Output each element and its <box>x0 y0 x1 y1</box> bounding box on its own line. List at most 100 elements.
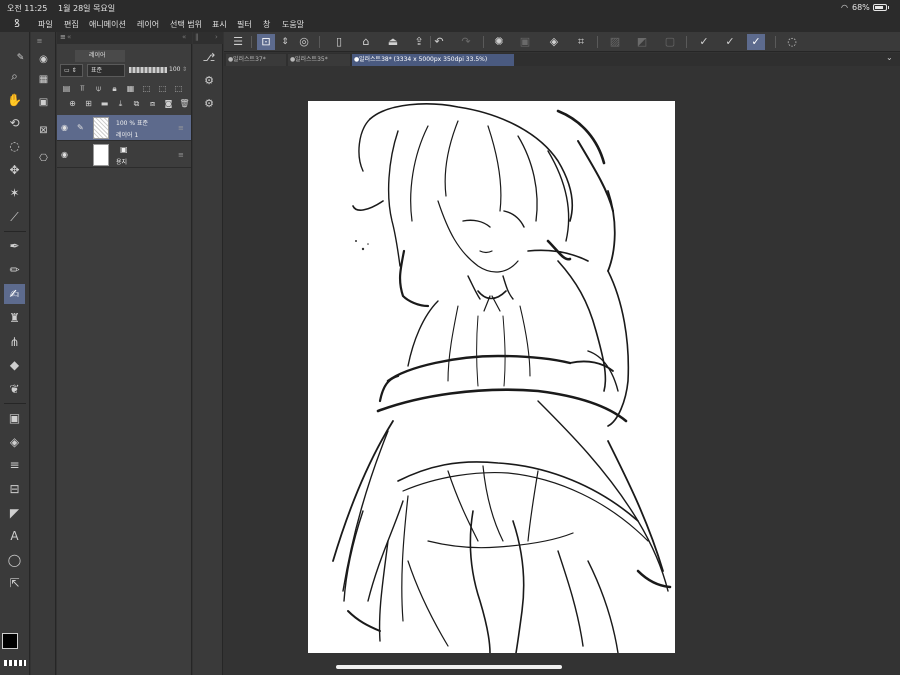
blend-mode-select[interactable]: 표준 <box>87 64 125 77</box>
lasso-icon[interactable]: ◌ <box>4 136 25 156</box>
rotate-icon[interactable]: ⟲ <box>4 113 25 133</box>
new-file-icon[interactable]: ▯ <box>330 34 348 50</box>
expand-icon[interactable]: › <box>215 33 218 41</box>
new-folder-icon[interactable]: ▬ <box>99 98 110 109</box>
layer-color-icon[interactable]: ⬚ <box>173 83 184 94</box>
ruler-icon[interactable]: ◤ <box>4 503 25 523</box>
transfer-down-icon[interactable]: ⤓ <box>115 98 126 109</box>
settings-icon[interactable]: ✺ <box>490 34 508 50</box>
transform-icon[interactable]: ⌗ <box>572 34 590 50</box>
stepper-icon[interactable]: ⇕ <box>276 34 294 50</box>
tab-illust35[interactable]: ● 일러스트35* <box>288 54 350 66</box>
eye-icon[interactable]: ◉ <box>61 123 68 132</box>
menu-file[interactable]: 파일 <box>38 19 53 30</box>
invert-selection-icon[interactable]: ▢ <box>661 34 679 50</box>
pencil-icon[interactable]: ✏ <box>4 260 25 280</box>
opacity-stepper-icon[interactable]: ⇕ <box>182 66 187 73</box>
drawing-canvas[interactable] <box>308 101 675 653</box>
home-indicator[interactable] <box>336 665 562 669</box>
brush-size-icon[interactable]: ⚙ <box>201 73 217 89</box>
chevron-down-icon[interactable]: ⌄ <box>886 53 893 62</box>
new-raster-layer-icon[interactable]: ⊕ <box>67 98 78 109</box>
tab-illust38[interactable]: ● 일러스트38* (3334 x 5000px 350dpi 33.5%) <box>352 54 514 66</box>
tab-illust37[interactable]: ● 일러스트37* <box>226 54 286 66</box>
tool-toggle-icon[interactable]: ⊡ <box>257 34 275 50</box>
snap-ruler-icon[interactable]: ✓ <box>695 34 713 50</box>
magic-wand-icon[interactable]: ✶ <box>4 183 25 203</box>
eraser-icon[interactable]: ◆ <box>4 355 25 375</box>
eye-icon[interactable]: ◉ <box>61 150 68 159</box>
snap-grid-icon[interactable]: ✓ <box>747 34 765 50</box>
save-icon[interactable]: ⏏ <box>384 34 402 50</box>
brush-icon[interactable]: ✍ <box>4 284 25 304</box>
menu-selection[interactable]: 선택 범위 <box>170 19 202 30</box>
eyedropper-icon[interactable]: ⟋ <box>4 207 25 227</box>
snap-special-ruler-icon[interactable]: ✓ <box>721 34 739 50</box>
tab-close-icon[interactable]: ● <box>354 54 359 66</box>
collapse-right-icon[interactable]: « <box>182 33 186 41</box>
color-settings-icon[interactable]: ⚙ <box>201 96 217 112</box>
collapse-left-icon[interactable]: « <box>67 33 71 41</box>
zoom-icon[interactable]: ⌕ <box>4 66 25 86</box>
layer-color-toggle[interactable]: ▭ ⇕ <box>60 64 83 77</box>
opacity-slider[interactable] <box>129 67 167 73</box>
menu-layer[interactable]: 레이어 <box>137 19 159 30</box>
redo-icon[interactable]: ↷ <box>457 34 475 50</box>
app-logo-icon[interactable]: ꝸ <box>10 17 24 31</box>
combine-layers-icon[interactable]: ⧈ <box>147 98 158 109</box>
menu-animation[interactable]: 애니메이션 <box>89 19 126 30</box>
text-icon[interactable]: A <box>4 526 25 546</box>
navigator-icon[interactable]: ◉ <box>37 53 50 66</box>
reference-layer-icon[interactable]: ⫪ <box>77 83 88 94</box>
transparent-color-swatch[interactable] <box>4 660 26 666</box>
layer-row-paper[interactable]: ◉ ▣ 용지 ≡ <box>57 142 191 168</box>
merge-down-icon[interactable]: ⧉ <box>131 98 142 109</box>
correct-line-icon[interactable]: ⇱ <box>4 573 25 593</box>
new-vector-layer-icon[interactable]: ⊞ <box>83 98 94 109</box>
companion-icon[interactable]: ◎ <box>295 34 313 50</box>
menu-icon[interactable]: ☰ <box>229 34 247 50</box>
ruler-range-icon[interactable]: ⬚ <box>157 83 168 94</box>
menu-view[interactable]: 표시 <box>212 19 227 30</box>
copy-icon[interactable]: ▣ <box>516 34 534 50</box>
draft-layer-icon[interactable]: ⍦ <box>93 83 104 94</box>
lock-layer-icon[interactable]: 🔒︎ <box>109 83 120 94</box>
menu-help[interactable]: 도움말 <box>282 19 304 30</box>
grip-icon[interactable]: ‖ <box>195 33 199 41</box>
collapse-icon[interactable]: ≡ <box>33 35 46 48</box>
open-file-icon[interactable]: ⌂ <box>357 34 375 50</box>
fill-icon[interactable]: ◈ <box>4 432 25 452</box>
layer-tab[interactable]: 레이어 <box>75 50 125 62</box>
material-icon[interactable]: ▦ <box>37 73 50 86</box>
sub-view-icon[interactable]: ▣ <box>37 96 50 109</box>
deselect-icon[interactable]: ◩ <box>633 34 651 50</box>
layer-property-icon[interactable]: ⊠ <box>37 124 50 137</box>
balloon-icon[interactable]: ◯ <box>4 550 25 570</box>
canvas-area[interactable] <box>224 66 900 675</box>
tab-close-icon[interactable]: ● <box>228 54 233 66</box>
gradient-icon[interactable]: ▣ <box>4 408 25 428</box>
clear-icon[interactable]: ▨ <box>606 34 624 50</box>
menu-filter[interactable]: 필터 <box>237 19 252 30</box>
figure-icon[interactable]: ≡ <box>4 455 25 475</box>
lock-alpha-icon[interactable]: ▦ <box>125 83 136 94</box>
menu-edit[interactable]: 편집 <box>64 19 79 30</box>
create-mask-icon[interactable]: ◙ <box>163 98 174 109</box>
pen-nib-icon[interactable]: ✎ <box>10 48 31 68</box>
blend-icon[interactable]: ❦ <box>4 379 25 399</box>
airbrush-icon[interactable]: ♜ <box>4 308 25 328</box>
frame-icon[interactable]: ⊟ <box>4 479 25 499</box>
layer-search-icon[interactable]: ⎔ <box>37 152 50 165</box>
drag-handle-icon[interactable]: ≡ <box>178 124 184 132</box>
pen-icon[interactable]: ✒ <box>4 236 25 256</box>
smart-viewer-icon[interactable]: ◌ <box>783 34 801 50</box>
drag-handle-icon[interactable]: ≡ <box>178 151 184 159</box>
export-icon[interactable]: ⇪ <box>410 34 428 50</box>
panel-menu-icon[interactable]: ≡ <box>60 33 66 41</box>
fill-bucket-icon[interactable]: ◈ <box>545 34 563 50</box>
clip-below-icon[interactable]: ▤ <box>61 83 72 94</box>
move-icon[interactable]: ✥ <box>4 160 25 180</box>
undo-icon[interactable]: ↶ <box>430 34 448 50</box>
tool-property-icon[interactable]: ⎇ <box>201 50 217 66</box>
layer-row-1[interactable]: ◉ ✎ 100 % 표준 레이어 1 ≡ <box>57 115 191 141</box>
